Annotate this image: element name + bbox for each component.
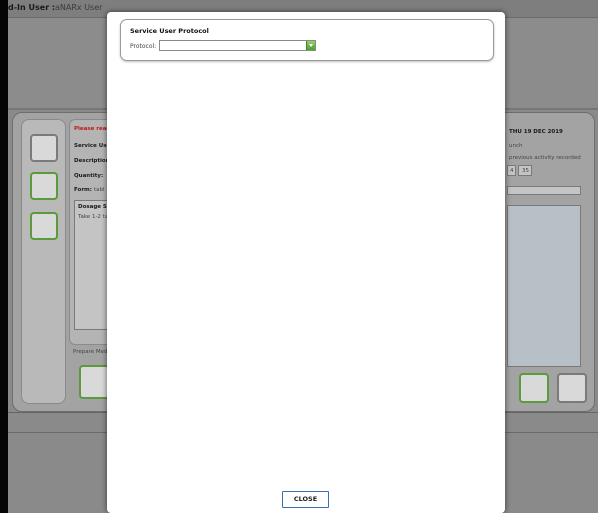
activity-log xyxy=(507,205,581,367)
activity-panel: THU 19 DEC 2019 unch previous activity r… xyxy=(503,119,589,404)
form-label: Form: xyxy=(74,187,92,193)
form-value: tabl xyxy=(94,187,105,193)
warning-text: Please reac xyxy=(74,126,110,132)
protocol-label: Protocol: xyxy=(130,43,157,50)
description-label: Description xyxy=(74,158,110,164)
close-button[interactable]: CLOSE xyxy=(282,491,329,508)
document-icon[interactable] xyxy=(30,134,58,162)
search-document-icon[interactable] xyxy=(30,172,58,200)
protocol-title: Service User Protocol xyxy=(130,27,209,35)
notes-input[interactable] xyxy=(507,186,581,195)
logged-in-user-label: d-In User : xyxy=(8,3,56,12)
cancel-activity-icon[interactable] xyxy=(557,373,587,403)
chevron-down-icon[interactable] xyxy=(306,41,315,50)
quantity-label: Quantity: xyxy=(74,173,104,179)
logged-in-user-value: aNARx User xyxy=(55,3,103,12)
record-book-icon[interactable] xyxy=(30,212,58,240)
minute-field[interactable]: 35 xyxy=(518,165,532,176)
activity-note: previous activity recorded xyxy=(509,155,581,161)
service-user-label: Service Use xyxy=(74,143,111,149)
meal-label: unch xyxy=(509,143,523,149)
screen: d-In User : aNARx User Please reac Servi… xyxy=(0,0,598,513)
protocol-group: Service User Protocol Protocol: xyxy=(120,19,494,61)
minute-value: 35 xyxy=(522,168,529,174)
hour-value: 4 xyxy=(510,168,514,174)
tool-column xyxy=(21,119,66,404)
dosage-text: Take 1-2 ta xyxy=(78,214,109,220)
add-activity-icon[interactable] xyxy=(519,373,549,403)
protocol-select[interactable] xyxy=(159,40,316,51)
prepare-label: Prepare Medi xyxy=(73,349,110,355)
date-label: THU 19 DEC 2019 xyxy=(509,129,563,135)
protocol-dialog: Service User Protocol Protocol: CLOSE xyxy=(107,12,505,513)
hour-field[interactable]: 4 xyxy=(507,165,516,176)
